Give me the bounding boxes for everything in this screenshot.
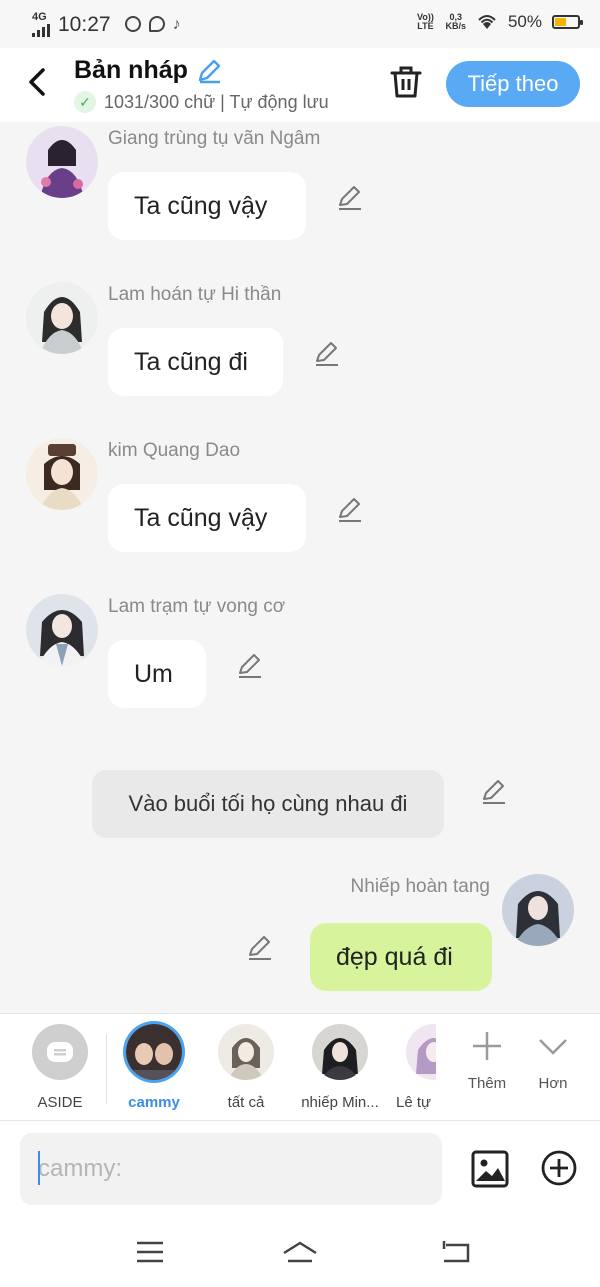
avatar[interactable] [26,438,98,510]
message-bubble[interactable]: đẹp quá đi [310,923,492,991]
status-bar: 4G 10:27 ♪ Vo)) LTE 0,3 KB/s 50% [0,0,600,48]
signal-icon [32,23,50,37]
add-character-button[interactable]: Thêm [452,1028,522,1092]
back-button[interactable] [18,62,58,102]
chat-area[interactable]: Giang trùng tụ vãn Ngâm Ta cũng vậy Lam … [0,122,600,1012]
avatar [312,1024,368,1080]
clock: 10:27 [58,12,111,36]
avatar [218,1024,274,1080]
sender-name: Nhiếp hoàn tang [350,876,490,897]
chrome-icon [124,15,141,32]
network-speed-unit: KB/s [445,21,466,31]
home-icon [283,1241,317,1263]
add-attachment-button[interactable] [540,1149,578,1187]
character-nhiep-min[interactable]: nhiếp Min... [294,1024,386,1111]
edit-message-button[interactable] [313,340,341,368]
character-bar: ASIDE cammy tất cả nhiếp Min... Lê tự Th… [0,1013,600,1121]
input-bar [0,1121,600,1217]
messenger-icon [148,15,165,32]
check-icon: ✓ [74,91,96,113]
edit-title-button[interactable] [196,58,222,84]
message-input[interactable] [20,1133,442,1205]
pencil-icon [483,780,505,804]
divider [106,1034,107,1104]
avatar[interactable] [502,874,574,946]
trash-icon [390,66,422,98]
word-count-status: 1031/300 chữ | Tự động lưu [104,91,329,112]
edit-message-button[interactable] [336,184,364,212]
character-le-tu[interactable]: Lê tự [386,1024,436,1111]
avatar [126,1024,182,1080]
edit-message-button[interactable] [336,496,364,524]
page-title: Bản nháp [74,56,188,84]
message-bubble[interactable]: Um [108,640,206,708]
character-all[interactable]: tất cả [200,1024,292,1111]
tiktok-icon: ♪ [172,15,181,33]
plus-circle-icon [541,1150,577,1186]
avatar[interactable] [26,594,98,666]
avatar [406,1024,436,1080]
edit-message-button[interactable] [480,778,508,806]
next-button[interactable]: Tiếp theo [446,61,580,107]
title-area: Bản nháp ✓ 1031/300 chữ | Tự động lưu [74,56,329,113]
header: Bản nháp ✓ 1031/300 chữ | Tự động lưu Ti… [0,48,600,122]
message-bubble[interactable]: Ta cũng vậy [108,172,306,240]
pencil-icon [339,186,361,210]
home-nav-button[interactable] [280,1237,320,1267]
network-type: 4G [32,11,47,23]
text-cursor [38,1151,40,1185]
sender-name: Lam trạm tự vong cơ [108,596,286,617]
aside-icon [32,1024,88,1080]
character-aside[interactable]: ASIDE [14,1024,106,1111]
pencil-icon [239,654,261,678]
battery-percent: 50% [507,12,542,31]
delete-button[interactable] [386,62,426,102]
battery-icon [552,15,583,29]
aside-bubble[interactable]: Vào buổi tối họ cùng nhau đi [92,770,444,838]
avatar[interactable] [26,126,98,198]
more-button[interactable]: Hơn [518,1028,588,1092]
character-cammy[interactable]: cammy [108,1024,200,1111]
edit-message-button[interactable] [246,934,274,962]
sender-name: Lam hoán tự Hi thần [108,284,282,305]
character-label: Lê tự [396,1094,432,1111]
pencil-icon [249,936,271,960]
pencil-icon [198,59,221,83]
insert-image-button[interactable] [470,1149,510,1189]
more-label: Hơn [538,1075,568,1092]
pencil-icon [339,498,361,522]
character-label: ASIDE [37,1094,83,1111]
volte-indicator: Vo)) LTE [417,12,434,31]
pencil-icon [316,342,338,366]
back-arrow-icon [29,68,45,96]
system-nav-bar [0,1217,600,1287]
message-bubble[interactable]: Ta cũng đi [108,328,283,396]
sender-name: Giang trùng tụ vãn Ngâm [108,128,321,149]
menu-icon [137,1241,163,1263]
sender-name: kim Quang Dao [108,440,241,461]
return-icon [442,1241,470,1263]
menu-nav-button[interactable] [132,1237,172,1267]
character-label: cammy [128,1094,180,1111]
image-icon [471,1150,509,1188]
message-bubble[interactable]: Ta cũng vậy [108,484,306,552]
avatar[interactable] [26,282,98,354]
plus-icon [473,1032,501,1060]
character-label: nhiếp Min... [301,1094,379,1111]
add-label: Thêm [467,1075,507,1092]
edit-message-button[interactable] [236,652,264,680]
wifi-icon [478,15,496,29]
character-label: tất cả [227,1094,265,1111]
back-nav-button[interactable] [438,1237,478,1267]
chevron-down-icon [539,1039,567,1055]
